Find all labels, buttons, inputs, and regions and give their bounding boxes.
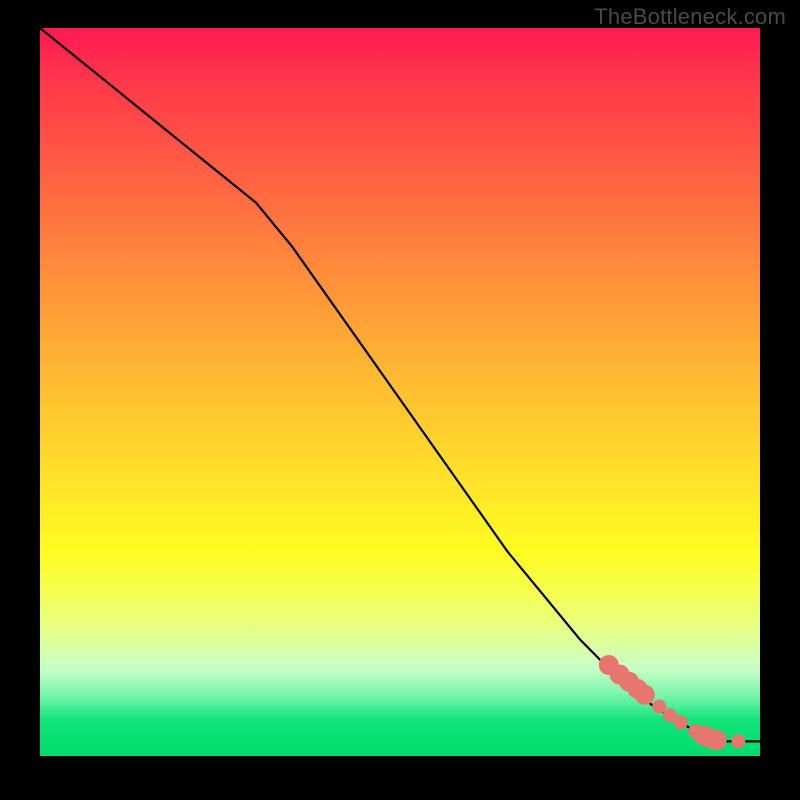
chart-svg: [40, 28, 760, 756]
plot-area: [40, 28, 760, 756]
highlight-marker: [635, 685, 655, 705]
watermark-text: TheBottleneck.com: [594, 4, 786, 30]
highlight-marker: [731, 734, 745, 748]
highlight-marker: [707, 730, 727, 750]
black-curve-line: [40, 28, 760, 741]
highlight-marker: [674, 716, 688, 730]
red-marker-layer: [599, 655, 746, 750]
highlight-marker: [652, 700, 666, 714]
chart-frame: TheBottleneck.com: [0, 0, 800, 800]
